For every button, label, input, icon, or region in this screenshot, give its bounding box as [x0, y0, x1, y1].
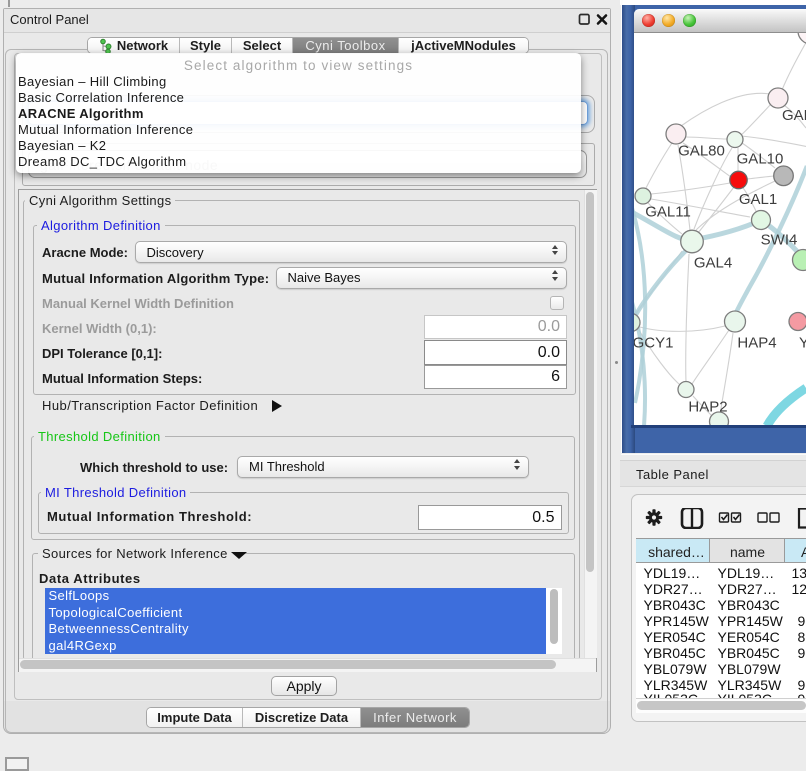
svg-text:GAL7: GAL7 [782, 107, 806, 124]
svg-text:HAP4: HAP4 [737, 334, 776, 351]
svg-text:GAL80: GAL80 [678, 142, 725, 159]
svg-text:YM: YM [799, 334, 806, 351]
svg-text:GAL1: GAL1 [739, 191, 777, 208]
svg-text:SWI4: SWI4 [761, 231, 798, 248]
svg-text:GAL10: GAL10 [737, 150, 784, 167]
svg-text:GCY1: GCY1 [634, 334, 673, 351]
svg-text:GAL11: GAL11 [645, 203, 691, 220]
svg-text:GAL4: GAL4 [694, 254, 732, 271]
svg-text:HAP2: HAP2 [688, 398, 727, 415]
